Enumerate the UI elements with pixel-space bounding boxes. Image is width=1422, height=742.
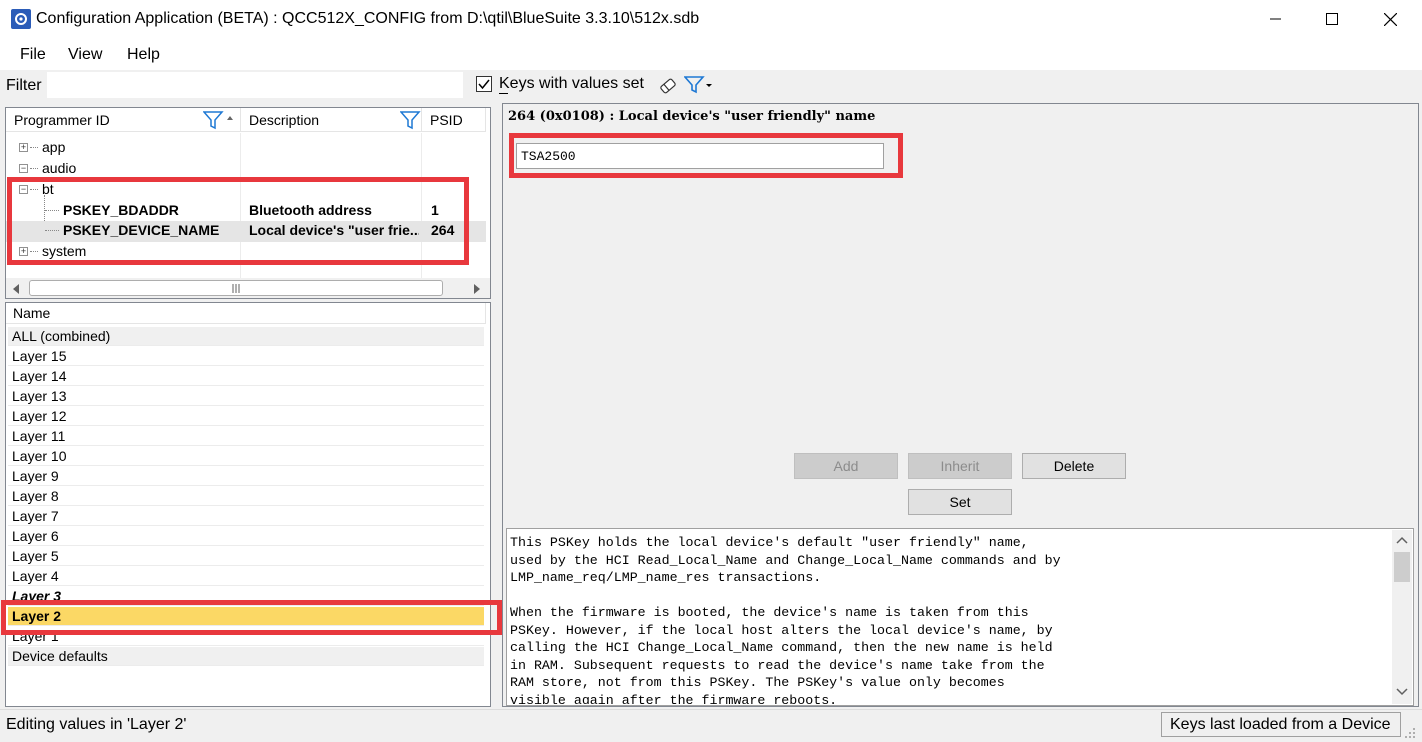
highlight-box-layer2 bbox=[1, 600, 502, 635]
layer-row[interactable]: Layer 10 bbox=[8, 447, 484, 466]
layer-row[interactable]: Layer 5 bbox=[8, 547, 484, 566]
maximize-icon bbox=[1326, 13, 1338, 25]
menu-bar bbox=[0, 38, 1422, 70]
menu-view[interactable]: View bbox=[68, 46, 102, 64]
layer-row[interactable]: Layer 7 bbox=[8, 507, 484, 526]
filter-options-button[interactable] bbox=[683, 75, 716, 98]
add-button[interactable]: Add bbox=[794, 453, 898, 479]
scroll-right-arrow-icon[interactable] bbox=[473, 282, 481, 298]
tree-connector bbox=[30, 147, 38, 148]
eraser-button[interactable] bbox=[658, 77, 678, 98]
vertical-scrollbar[interactable] bbox=[1392, 530, 1412, 704]
close-button[interactable] bbox=[1361, 0, 1419, 38]
layer-column-name[interactable]: Name bbox=[6, 303, 486, 324]
menu-help[interactable]: Help bbox=[127, 46, 160, 64]
collapse-minus-icon[interactable]: − bbox=[19, 164, 28, 173]
column-psid[interactable]: PSID bbox=[422, 108, 486, 132]
access-key-underline bbox=[499, 93, 508, 94]
menu-file[interactable]: File bbox=[20, 46, 46, 64]
scroll-left-arrow-icon[interactable] bbox=[12, 282, 20, 298]
filter-dropdown-icon bbox=[683, 76, 712, 94]
scroll-down-arrow-icon[interactable] bbox=[1396, 688, 1408, 696]
checkmark-icon bbox=[478, 79, 490, 90]
keys-with-values-label[interactable]: Keys with values set bbox=[499, 75, 644, 93]
vertical-scroll-thumb[interactable] bbox=[1394, 552, 1410, 582]
layer-row[interactable]: Layer 4 bbox=[8, 567, 484, 586]
eraser-icon bbox=[660, 78, 676, 94]
scroll-up-arrow-icon[interactable] bbox=[1396, 536, 1408, 544]
tree-label: app bbox=[42, 139, 66, 155]
minimize-button[interactable] bbox=[1247, 0, 1305, 38]
delete-button[interactable]: Delete bbox=[1022, 453, 1126, 479]
app-icon bbox=[11, 9, 31, 29]
column-psid-label: PSID bbox=[430, 112, 463, 128]
layer-column-name-label: Name bbox=[13, 305, 51, 321]
tree-label: audio bbox=[42, 160, 77, 176]
description-text: This PSKey holds the local device's defa… bbox=[510, 535, 1061, 704]
layer-row[interactable]: Layer 14 bbox=[8, 367, 484, 386]
status-editing-layer: Editing values in 'Layer 2' bbox=[6, 716, 187, 733]
close-icon bbox=[1383, 12, 1397, 26]
status-keys-source: Keys last loaded from a Device bbox=[1161, 712, 1401, 737]
column-description[interactable]: Description bbox=[241, 108, 422, 132]
layer-row[interactable]: Layer 13 bbox=[8, 387, 484, 406]
window-title: Configuration Application (BETA) : QCC51… bbox=[36, 10, 700, 27]
layer-row[interactable]: Layer 11 bbox=[8, 427, 484, 446]
description-filter-icon[interactable] bbox=[399, 111, 422, 134]
highlight-box-bt bbox=[7, 177, 469, 265]
tree-connector bbox=[30, 168, 38, 169]
layer-row[interactable]: Layer 15 bbox=[8, 347, 484, 366]
layer-row[interactable]: Layer 8 bbox=[8, 487, 484, 506]
layer-row-device-defaults[interactable]: Device defaults bbox=[8, 647, 484, 666]
keys-with-values-checkbox[interactable] bbox=[476, 76, 492, 92]
key-title: 264 (0x0108) : Local device's "user frie… bbox=[508, 109, 876, 124]
maximize-button[interactable] bbox=[1303, 0, 1361, 38]
column-programmer-id-label: Programmer ID bbox=[14, 112, 110, 128]
filter-input[interactable] bbox=[46, 71, 464, 99]
layer-row[interactable]: Layer 9 bbox=[8, 467, 484, 486]
inherit-button[interactable]: Inherit bbox=[908, 453, 1012, 479]
column-filter-icon[interactable] bbox=[202, 111, 239, 134]
highlight-box-value bbox=[509, 133, 903, 178]
expand-plus-icon[interactable]: + bbox=[19, 143, 28, 152]
filter-label: Filter bbox=[6, 77, 42, 94]
resize-grip-icon[interactable] bbox=[1404, 726, 1416, 742]
column-description-label: Description bbox=[249, 112, 320, 128]
layer-row[interactable]: Layer 12 bbox=[8, 407, 484, 426]
tree-row-app[interactable]: + app bbox=[6, 138, 486, 159]
minimize-icon bbox=[1270, 18, 1281, 20]
layer-row[interactable]: Layer 6 bbox=[8, 527, 484, 546]
set-button[interactable]: Set bbox=[908, 489, 1012, 515]
layer-row-all-combined[interactable]: ALL (combined) bbox=[8, 327, 484, 346]
horizontal-scroll-thumb[interactable] bbox=[29, 280, 443, 296]
